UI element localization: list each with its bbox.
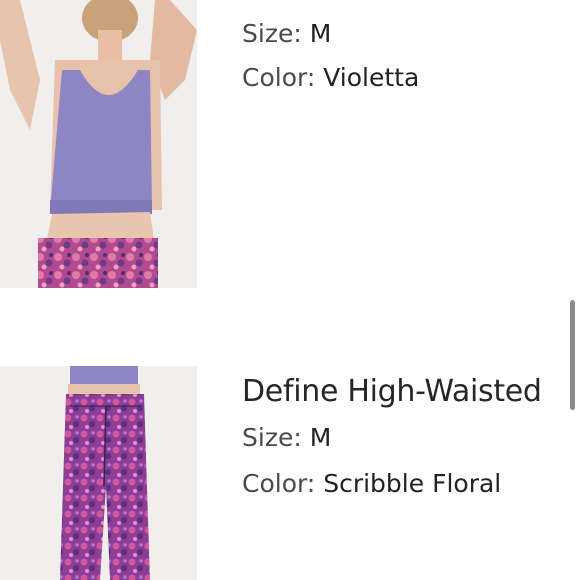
item-size: Size: M (242, 422, 331, 454)
product-image-sports-bra[interactable] (0, 0, 197, 288)
size-label: Size: (242, 423, 302, 452)
item-color: Color: Violetta (242, 62, 419, 94)
item-color: Color: Scribble Floral (242, 468, 501, 500)
color-label: Color: (242, 63, 316, 92)
size-label: Size: (242, 19, 302, 48)
item-title[interactable]: Define High-Waisted (242, 374, 542, 410)
color-value: Scribble Floral (323, 469, 502, 498)
vertical-scrollbar[interactable] (570, 300, 575, 410)
cart-item-1[interactable]: Size: M Color: Violetta (0, 0, 580, 290)
item-size: Size: M (242, 18, 331, 50)
sports-bra-photo-icon (0, 0, 197, 288)
color-label: Color: (242, 469, 316, 498)
leggings-photo-icon (0, 366, 197, 580)
size-value: M (309, 423, 332, 452)
product-image-leggings[interactable] (0, 366, 197, 580)
cart-item-2[interactable]: Define High-Waisted Size: M Color: Scrib… (0, 366, 580, 580)
size-value: M (309, 19, 332, 48)
color-value: Violetta (323, 63, 420, 92)
